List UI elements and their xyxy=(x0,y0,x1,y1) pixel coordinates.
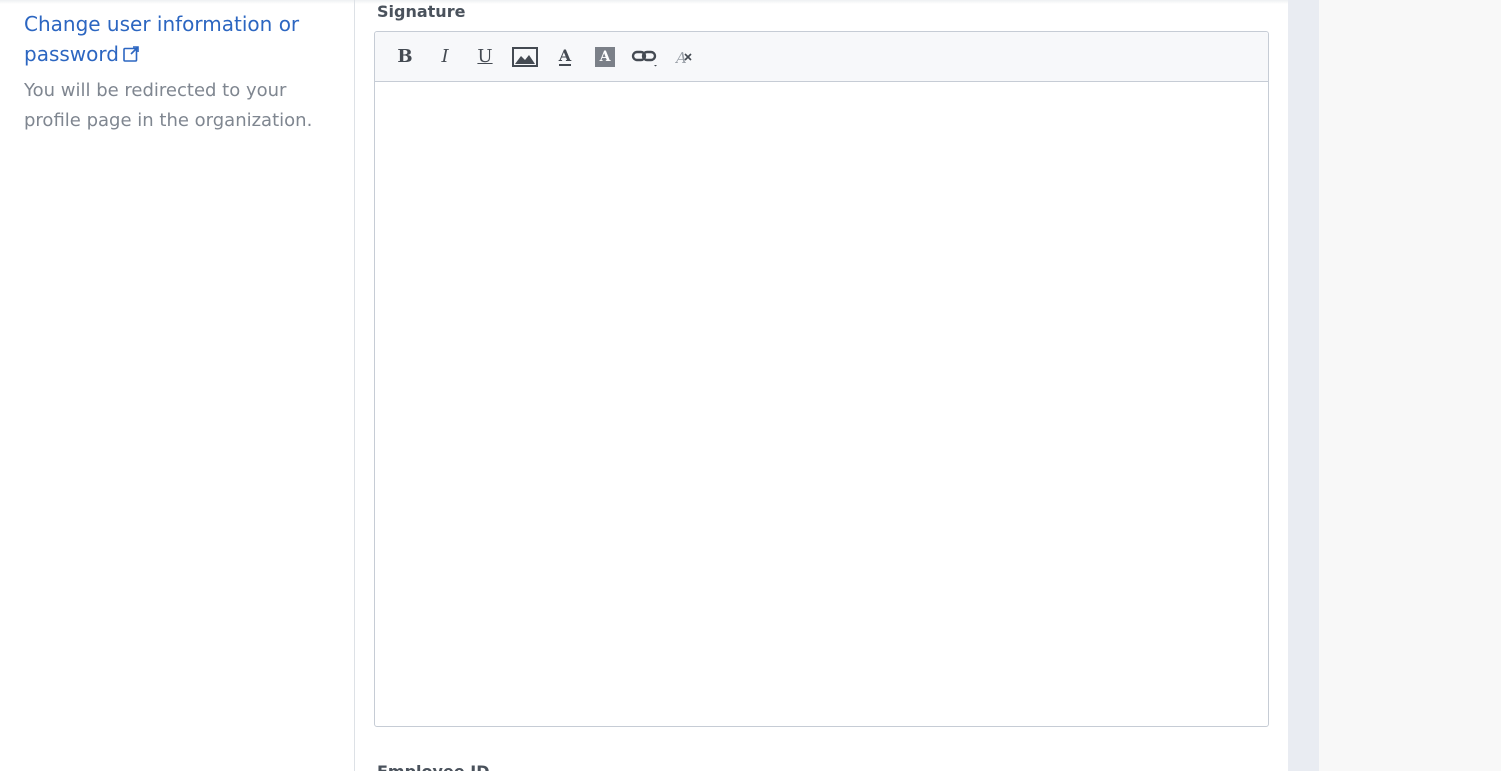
employee-id-label: Employee ID xyxy=(377,762,489,771)
signature-editor: B I U A A A xyxy=(374,31,1269,727)
clear-format-icon: A xyxy=(675,48,695,66)
settings-card: Change user information or password You … xyxy=(0,0,1288,771)
signature-content-area[interactable] xyxy=(375,82,1268,726)
italic-glyph: I xyxy=(441,46,449,67)
external-link-icon xyxy=(122,41,140,71)
insert-image-button[interactable] xyxy=(505,40,545,74)
right-gutter xyxy=(1288,0,1319,771)
signature-label: Signature xyxy=(377,2,466,21)
bold-button[interactable]: B xyxy=(385,40,425,74)
page: Change user information or password You … xyxy=(0,0,1501,771)
bold-glyph: B xyxy=(397,46,413,67)
link-icon xyxy=(631,46,659,68)
left-column: Change user information or password You … xyxy=(0,0,355,771)
redirect-hint: You will be redirected to your profile p… xyxy=(24,80,313,131)
background-color-button[interactable]: A xyxy=(585,40,625,74)
underline-glyph: U xyxy=(477,46,493,67)
change-user-info-link-text: Change user information or password xyxy=(24,12,300,66)
image-icon xyxy=(512,46,538,67)
editor-toolbar: B I U A A A xyxy=(375,32,1268,82)
right-pane xyxy=(1319,0,1501,771)
italic-button[interactable]: I xyxy=(425,40,465,74)
underline-button[interactable]: U xyxy=(465,40,505,74)
clear-format-button[interactable]: A xyxy=(665,40,705,74)
font-color-glyph: A xyxy=(558,45,572,66)
font-color-button[interactable]: A xyxy=(545,40,585,74)
insert-link-button[interactable] xyxy=(625,40,665,74)
change-user-info-link[interactable]: Change user information or password xyxy=(24,9,324,71)
svg-text:A: A xyxy=(675,49,687,66)
background-color-glyph: A xyxy=(595,46,615,67)
